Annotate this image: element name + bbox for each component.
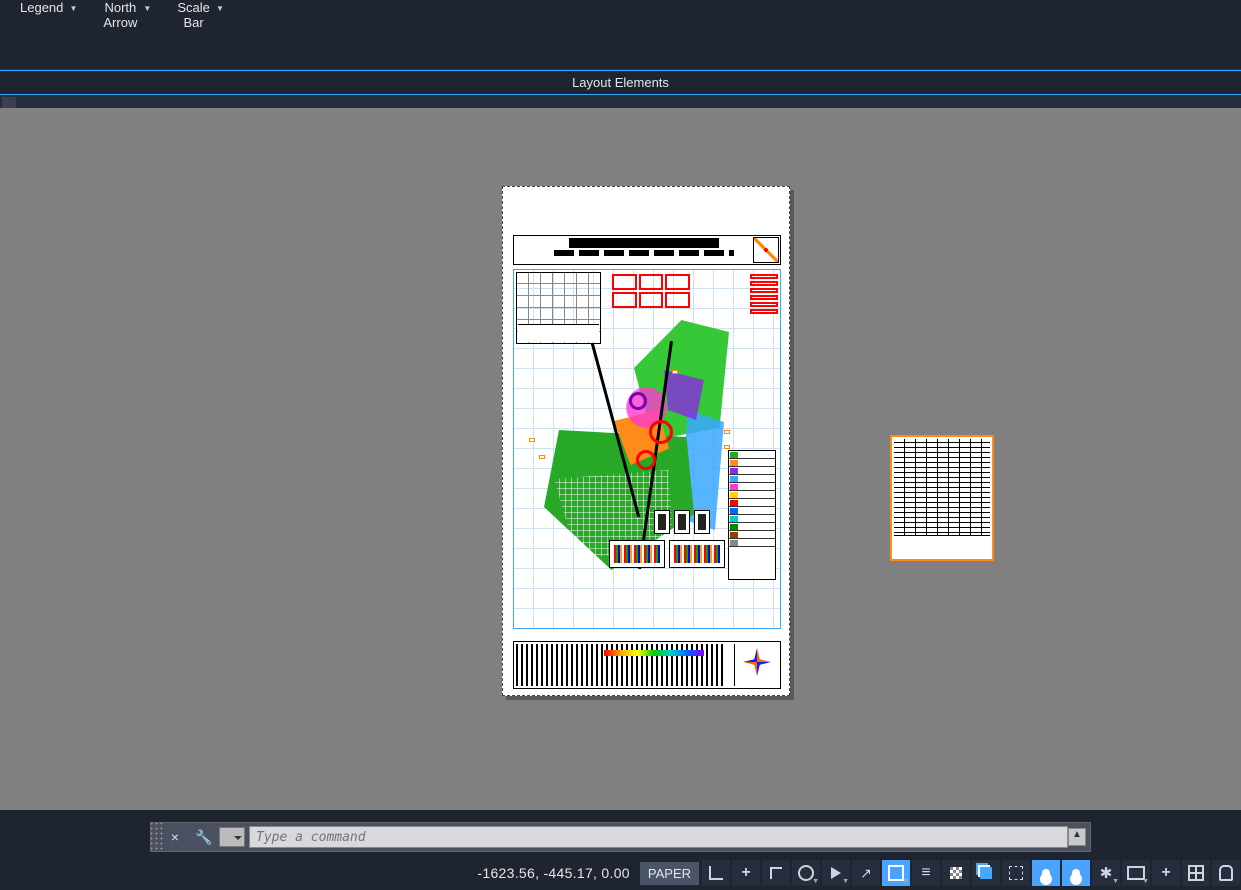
detached-legend-table[interactable] xyxy=(890,435,994,561)
map-label xyxy=(529,438,535,442)
ribbon-label: North xyxy=(104,0,136,15)
ribbon-label: Legend xyxy=(20,0,63,15)
marker-ring xyxy=(649,420,673,444)
gear-icon[interactable]: ▼ xyxy=(1092,860,1120,886)
chevron-down-icon: ▼ xyxy=(143,4,151,13)
ribbon: Legend ▼ North Arrow ▼ Scale Bar ▼ xyxy=(0,0,1241,70)
person2-icon[interactable] xyxy=(1062,860,1090,886)
command-input[interactable] xyxy=(249,826,1068,848)
wrench-icon[interactable]: 🔧 xyxy=(193,829,215,846)
linework-icon[interactable] xyxy=(852,860,880,886)
command-history-icon[interactable] xyxy=(219,827,245,847)
paperspace-canvas[interactable] xyxy=(0,108,1241,810)
ribbon-scale-bar-button[interactable]: Scale Bar ▼ xyxy=(157,0,230,69)
plus-snap-icon[interactable] xyxy=(732,860,760,886)
mini-chart xyxy=(609,540,665,568)
data-cells xyxy=(612,274,690,308)
corner-snap-icon[interactable] xyxy=(702,860,730,886)
color-swatches xyxy=(604,650,704,656)
chevron-down-icon: ▼ xyxy=(216,4,224,13)
db-icon[interactable] xyxy=(1212,860,1240,886)
legend-table-footer xyxy=(894,535,990,557)
lines-menu-icon[interactable] xyxy=(912,860,940,886)
space-mode-button[interactable]: PAPER xyxy=(640,862,699,885)
ribbon-sublabel: Bar xyxy=(183,15,203,30)
plus-icon[interactable] xyxy=(1152,860,1180,886)
marker-ring xyxy=(636,450,656,470)
person-icon[interactable] xyxy=(1032,860,1060,886)
map-label xyxy=(672,370,678,374)
title-text-bar xyxy=(569,238,719,248)
command-line: × 🔧 ▲ xyxy=(150,822,1091,852)
map-viewport[interactable] xyxy=(513,269,781,629)
north-arrow-icon xyxy=(753,237,779,263)
grid-icon[interactable] xyxy=(1182,860,1210,886)
side-cells xyxy=(750,274,778,316)
ribbon-label: Scale xyxy=(177,0,210,15)
perpendicular-icon[interactable] xyxy=(762,860,790,886)
status-bar: -1623.56, -445.17, 0.00 PAPER ▼ ▼ ▼ ▼ ▼ xyxy=(0,856,1241,890)
ribbon-north-arrow-button[interactable]: North Arrow ▼ xyxy=(83,0,157,69)
symbol-row xyxy=(654,510,714,534)
selection-icon[interactable] xyxy=(1002,860,1030,886)
map-label xyxy=(724,430,730,434)
layout-sheet[interactable] xyxy=(502,186,790,696)
ribbon-sublabel: Arrow xyxy=(103,15,137,30)
layout-content xyxy=(503,187,789,695)
grip-handle-icon[interactable] xyxy=(151,823,165,851)
mini-chart xyxy=(669,540,725,568)
ribbon-legend-button[interactable]: Legend ▼ xyxy=(0,0,83,69)
north-arrow-large-icon xyxy=(734,644,778,686)
chevron-up-icon[interactable]: ▲ xyxy=(1068,828,1086,846)
coordinate-readout: -1623.56, -445.17, 0.00 xyxy=(467,865,639,881)
angle-snap-icon[interactable]: ▼ xyxy=(822,860,850,886)
subtitle-text-bar xyxy=(554,250,734,256)
close-icon[interactable]: × xyxy=(165,829,185,845)
status-toggle-group: ▼ ▼ ▼ ▼ ▼ xyxy=(701,856,1241,890)
ribbon-panel-label: Layout Elements xyxy=(0,70,1241,95)
layers-icon[interactable] xyxy=(972,860,1000,886)
chevron-down-icon: ▼ xyxy=(69,4,77,13)
square-snap-icon[interactable]: ▼ xyxy=(882,860,910,886)
footer-strip xyxy=(513,641,781,689)
circle-snap-icon[interactable]: ▼ xyxy=(792,860,820,886)
transparency-icon[interactable] xyxy=(942,860,970,886)
monitor-icon[interactable]: ▼ xyxy=(1122,860,1150,886)
map-legend xyxy=(728,450,776,580)
map-label xyxy=(539,455,545,459)
marker-ring xyxy=(629,392,647,410)
map-label xyxy=(724,445,730,449)
title-block xyxy=(513,235,781,265)
